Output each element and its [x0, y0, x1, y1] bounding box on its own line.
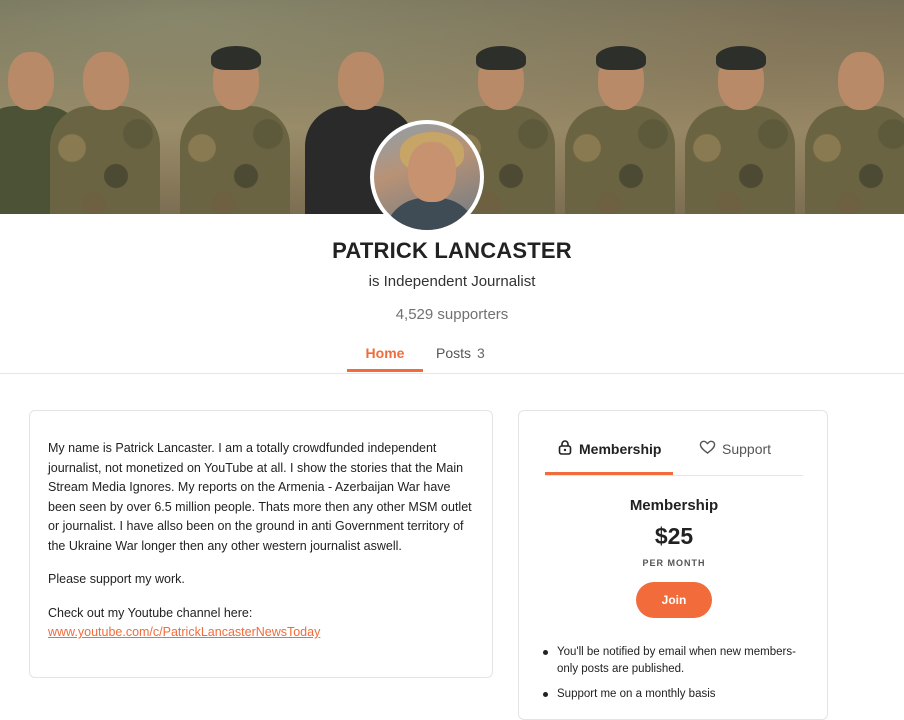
membership-title: Membership [629, 497, 719, 514]
tab-membership-label: Membership [579, 441, 662, 457]
tab-support[interactable]: Support [685, 431, 803, 475]
benefits-list: You'll be notified by email when new mem… [541, 644, 811, 711]
benefit-item: You'll be notified by email when new mem… [541, 644, 811, 678]
youtube-link[interactable]: www.youtube.com/c/PatrickLancasterNewsTo… [48, 625, 320, 639]
about-paragraph: My name is Patrick Lancaster. I am a tot… [48, 441, 472, 553]
bullet-icon [543, 650, 548, 655]
join-button[interactable]: Join [636, 582, 712, 618]
cover-person [45, 44, 165, 214]
membership-price: $25 [654, 523, 694, 549]
profile-tagline: is Independent Journalist [368, 273, 536, 290]
profile-tabs: Home Posts 3 [0, 336, 904, 374]
tab-posts[interactable]: Posts 3 [436, 336, 500, 372]
heart-icon [699, 432, 716, 468]
avatar [370, 120, 484, 234]
benefit-text: Support me on a monthly basis [557, 688, 716, 700]
membership-tabs: Membership Support [545, 431, 803, 476]
about-paragraph: Please support my work. [48, 572, 185, 586]
youtube-link-prefix: Check out my Youtube channel here: [48, 605, 253, 620]
tab-posts-count: 3 [477, 345, 485, 361]
benefit-item: Support me on a monthly basis [541, 686, 811, 703]
tab-posts-label: Posts [436, 345, 472, 361]
profile-name: PATRICK LANCASTER [332, 238, 572, 263]
lock-icon [557, 432, 573, 468]
cover-person [680, 44, 800, 214]
tab-membership[interactable]: Membership [545, 431, 673, 475]
membership-period: PER MONTH [642, 558, 706, 568]
benefit-text: You'll be notified by email when new mem… [557, 646, 796, 675]
supporters-count: 4,529 supporters [395, 306, 509, 323]
cover-person [175, 44, 295, 214]
about-paragraph: Check out my Youtube channel here: www.y… [48, 604, 474, 643]
tab-home[interactable]: Home [347, 336, 423, 372]
bullet-icon [543, 692, 548, 697]
cover-person [560, 44, 680, 214]
about-card: My name is Patrick Lancaster. I am a tot… [29, 410, 493, 678]
tab-support-label: Support [722, 441, 772, 457]
membership-card: Membership Support Membership $25 PER MO… [518, 410, 828, 720]
cover-person [800, 44, 904, 214]
tab-home-label: Home [365, 345, 405, 361]
